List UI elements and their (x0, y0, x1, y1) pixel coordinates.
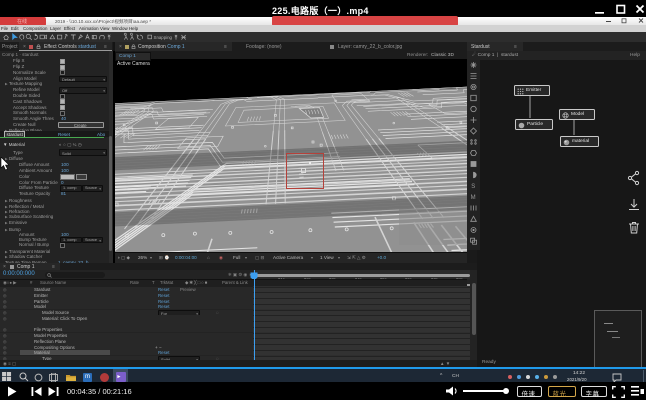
svg-text:M: M (471, 195, 476, 201)
svg-text:Snapping: Snapping (154, 35, 173, 40)
svg-text:S: S (471, 184, 475, 190)
